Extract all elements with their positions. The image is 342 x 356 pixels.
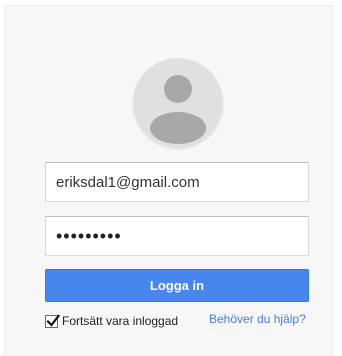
stay-signed-in-label: Fortsätt vara inloggad [62, 314, 179, 328]
stay-signed-in-checkbox[interactable] [45, 313, 61, 328]
email-field[interactable] [45, 162, 309, 202]
stay-signed-in-option[interactable]: Fortsätt vara inloggad [45, 313, 178, 329]
login-card: Logga in Fortsätt vara inloggad Behöver … [4, 5, 334, 356]
user-avatar-icon [133, 58, 223, 148]
password-field[interactable] [45, 216, 309, 256]
need-help-link[interactable]: Behöver du hjälp? [209, 312, 306, 326]
signin-button[interactable]: Logga in [45, 269, 309, 302]
checkmark-icon [46, 313, 61, 327]
